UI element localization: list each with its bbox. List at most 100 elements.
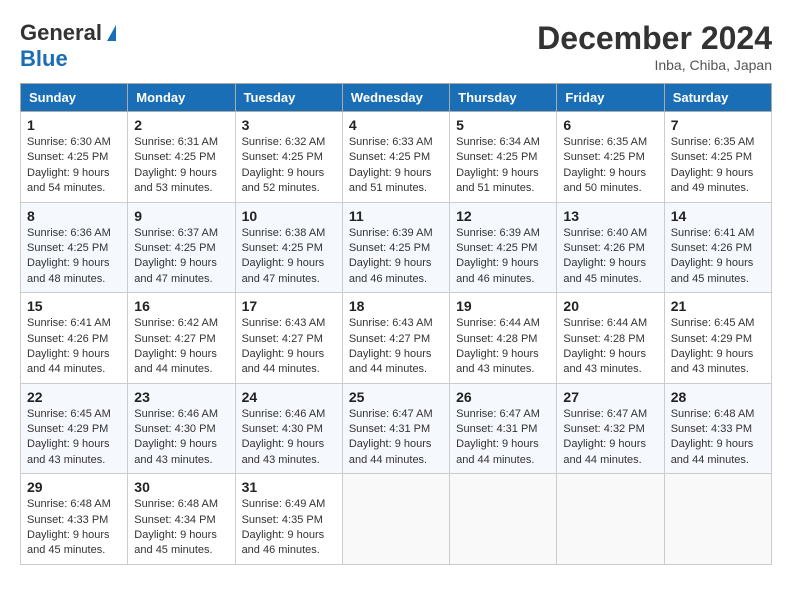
calendar-day-cell [557, 474, 664, 565]
calendar-day-cell: 22 Sunrise: 6:45 AMSunset: 4:29 PMDayligh… [21, 383, 128, 474]
day-info: Sunrise: 6:47 AMSunset: 4:31 PMDaylight:… [349, 407, 443, 469]
calendar-day-cell: 16 Sunrise: 6:42 AMSunset: 4:27 PMDayligh… [128, 293, 235, 384]
day-number: 20 [563, 298, 657, 314]
calendar-day-cell: 5 Sunrise: 6:34 AMSunset: 4:25 PMDaylight… [450, 112, 557, 203]
day-info: Sunrise: 6:40 AMSunset: 4:26 PMDaylight:… [563, 226, 657, 288]
day-number: 13 [563, 208, 657, 224]
calendar-day-cell: 28 Sunrise: 6:48 AMSunset: 4:33 PMDayligh… [664, 383, 771, 474]
day-number: 10 [242, 208, 336, 224]
day-info: Sunrise: 6:46 AMSunset: 4:30 PMDaylight:… [242, 407, 336, 469]
day-info: Sunrise: 6:35 AMSunset: 4:25 PMDaylight:… [671, 135, 765, 197]
calendar-day-cell: 26Sunrise: 6:47 AMSunset: 4:31 PMDayligh… [450, 383, 557, 474]
day-info: Sunrise: 6:47 AMSunset: 4:31 PMDaylight:… [456, 407, 550, 469]
day-info: Sunrise: 6:39 AMSunset: 4:25 PMDaylight:… [456, 226, 550, 288]
calendar-day-cell [664, 474, 771, 565]
weekday-header-cell: Sunday [21, 84, 128, 112]
calendar-day-cell: 4 Sunrise: 6:33 AMSunset: 4:25 PMDaylight… [342, 112, 449, 203]
day-number: 22 [27, 389, 121, 405]
day-info: Sunrise: 6:45 AMSunset: 4:29 PMDaylight:… [27, 407, 121, 469]
day-number: 5 [456, 117, 550, 133]
day-info: Sunrise: 6:32 AMSunset: 4:25 PMDaylight:… [242, 135, 336, 197]
day-number: 7 [671, 117, 765, 133]
logo-triangle-icon [107, 25, 116, 41]
day-number: 4 [349, 117, 443, 133]
calendar-day-cell: 24 Sunrise: 6:46 AMSunset: 4:30 PMDayligh… [235, 383, 342, 474]
weekday-header-row: SundayMondayTuesdayWednesdayThursdayFrid… [21, 84, 772, 112]
day-number: 11 [349, 208, 443, 224]
calendar-week-row: 29 Sunrise: 6:48 AMSunset: 4:33 PMDayligh… [21, 474, 772, 565]
day-info: Sunrise: 6:49 AMSunset: 4:35 PMDaylight:… [242, 497, 336, 559]
day-number: 9 [134, 208, 228, 224]
day-info: Sunrise: 6:33 AMSunset: 4:25 PMDaylight:… [349, 135, 443, 197]
weekday-header-cell: Friday [557, 84, 664, 112]
calendar-day-cell: 31 Sunrise: 6:49 AMSunset: 4:35 PMDayligh… [235, 474, 342, 565]
logo-blue-text: Blue [20, 46, 68, 71]
day-number: 3 [242, 117, 336, 133]
day-info: Sunrise: 6:48 AMSunset: 4:34 PMDaylight:… [134, 497, 228, 559]
calendar-day-cell: 7 Sunrise: 6:35 AMSunset: 4:25 PMDaylight… [664, 112, 771, 203]
day-info: Sunrise: 6:34 AMSunset: 4:25 PMDaylight:… [456, 135, 550, 197]
day-number: 30 [134, 479, 228, 495]
day-info: Sunrise: 6:44 AMSunset: 4:28 PMDaylight:… [563, 316, 657, 378]
calendar-day-cell: 18Sunrise: 6:43 AMSunset: 4:27 PMDayligh… [342, 293, 449, 384]
day-number: 31 [242, 479, 336, 495]
month-title: December 2024 [537, 20, 772, 57]
calendar-day-cell: 29 Sunrise: 6:48 AMSunset: 4:33 PMDayligh… [21, 474, 128, 565]
day-number: 28 [671, 389, 765, 405]
calendar-day-cell: 21 Sunrise: 6:45 AMSunset: 4:29 PMDayligh… [664, 293, 771, 384]
day-info: Sunrise: 6:43 AMSunset: 4:27 PMDaylight:… [349, 316, 443, 378]
logo: General Blue [20, 20, 116, 72]
day-number: 6 [563, 117, 657, 133]
title-section: December 2024 Inba, Chiba, Japan [537, 20, 772, 73]
calendar-day-cell: 27 Sunrise: 6:47 AMSunset: 4:32 PMDayligh… [557, 383, 664, 474]
calendar-day-cell [450, 474, 557, 565]
day-number: 21 [671, 298, 765, 314]
calendar-day-cell: 13 Sunrise: 6:40 AMSunset: 4:26 PMDayligh… [557, 202, 664, 293]
day-number: 23 [134, 389, 228, 405]
day-info: Sunrise: 6:37 AMSunset: 4:25 PMDaylight:… [134, 226, 228, 288]
calendar-body: 1Sunrise: 6:30 AMSunset: 4:25 PMDaylight… [21, 112, 772, 565]
weekday-header-cell: Monday [128, 84, 235, 112]
day-info: Sunrise: 6:47 AMSunset: 4:32 PMDaylight:… [563, 407, 657, 469]
calendar-day-cell: 19Sunrise: 6:44 AMSunset: 4:28 PMDayligh… [450, 293, 557, 384]
calendar-week-row: 8Sunrise: 6:36 AMSunset: 4:25 PMDaylight… [21, 202, 772, 293]
calendar-day-cell: 11 Sunrise: 6:39 AMSunset: 4:25 PMDayligh… [342, 202, 449, 293]
calendar-day-cell: 23 Sunrise: 6:46 AMSunset: 4:30 PMDayligh… [128, 383, 235, 474]
day-info: Sunrise: 6:39 AMSunset: 4:25 PMDaylight:… [349, 226, 443, 288]
day-number: 25 [349, 389, 443, 405]
weekday-header-cell: Thursday [450, 84, 557, 112]
day-number: 29 [27, 479, 121, 495]
calendar-day-cell: 9 Sunrise: 6:37 AMSunset: 4:25 PMDaylight… [128, 202, 235, 293]
day-number: 12 [456, 208, 550, 224]
calendar-week-row: 1Sunrise: 6:30 AMSunset: 4:25 PMDaylight… [21, 112, 772, 203]
day-info: Sunrise: 6:45 AMSunset: 4:29 PMDaylight:… [671, 316, 765, 378]
day-info: Sunrise: 6:41 AMSunset: 4:26 PMDaylight:… [671, 226, 765, 288]
day-number: 24 [242, 389, 336, 405]
day-info: Sunrise: 6:41 AMSunset: 4:26 PMDaylight:… [27, 316, 121, 378]
day-info: Sunrise: 6:46 AMSunset: 4:30 PMDaylight:… [134, 407, 228, 469]
day-info: Sunrise: 6:38 AMSunset: 4:25 PMDaylight:… [242, 226, 336, 288]
day-info: Sunrise: 6:48 AMSunset: 4:33 PMDaylight:… [671, 407, 765, 469]
calendar-day-cell: 25 Sunrise: 6:47 AMSunset: 4:31 PMDayligh… [342, 383, 449, 474]
location-title: Inba, Chiba, Japan [537, 57, 772, 73]
calendar-day-cell: 30 Sunrise: 6:48 AMSunset: 4:34 PMDayligh… [128, 474, 235, 565]
calendar-week-row: 15Sunrise: 6:41 AMSunset: 4:26 PMDayligh… [21, 293, 772, 384]
day-number: 16 [134, 298, 228, 314]
calendar-day-cell: 2Sunrise: 6:31 AMSunset: 4:25 PMDaylight… [128, 112, 235, 203]
day-info: Sunrise: 6:48 AMSunset: 4:33 PMDaylight:… [27, 497, 121, 559]
calendar-day-cell: 14Sunrise: 6:41 AMSunset: 4:26 PMDayligh… [664, 202, 771, 293]
calendar-day-cell: 17Sunrise: 6:43 AMSunset: 4:27 PMDayligh… [235, 293, 342, 384]
calendar-day-cell [342, 474, 449, 565]
day-info: Sunrise: 6:42 AMSunset: 4:27 PMDaylight:… [134, 316, 228, 378]
day-number: 2 [134, 117, 228, 133]
calendar-day-cell: 6Sunrise: 6:35 AMSunset: 4:25 PMDaylight… [557, 112, 664, 203]
logo-general-text: General [20, 20, 102, 46]
day-number: 17 [242, 298, 336, 314]
calendar-day-cell: 1Sunrise: 6:30 AMSunset: 4:25 PMDaylight… [21, 112, 128, 203]
calendar-day-cell: 20 Sunrise: 6:44 AMSunset: 4:28 PMDayligh… [557, 293, 664, 384]
calendar-week-row: 22 Sunrise: 6:45 AMSunset: 4:29 PMDayligh… [21, 383, 772, 474]
day-number: 27 [563, 389, 657, 405]
calendar-day-cell: 3 Sunrise: 6:32 AMSunset: 4:25 PMDaylight… [235, 112, 342, 203]
calendar-table: SundayMondayTuesdayWednesdayThursdayFrid… [20, 83, 772, 565]
calendar-day-cell: 12 Sunrise: 6:39 AMSunset: 4:25 PMDayligh… [450, 202, 557, 293]
